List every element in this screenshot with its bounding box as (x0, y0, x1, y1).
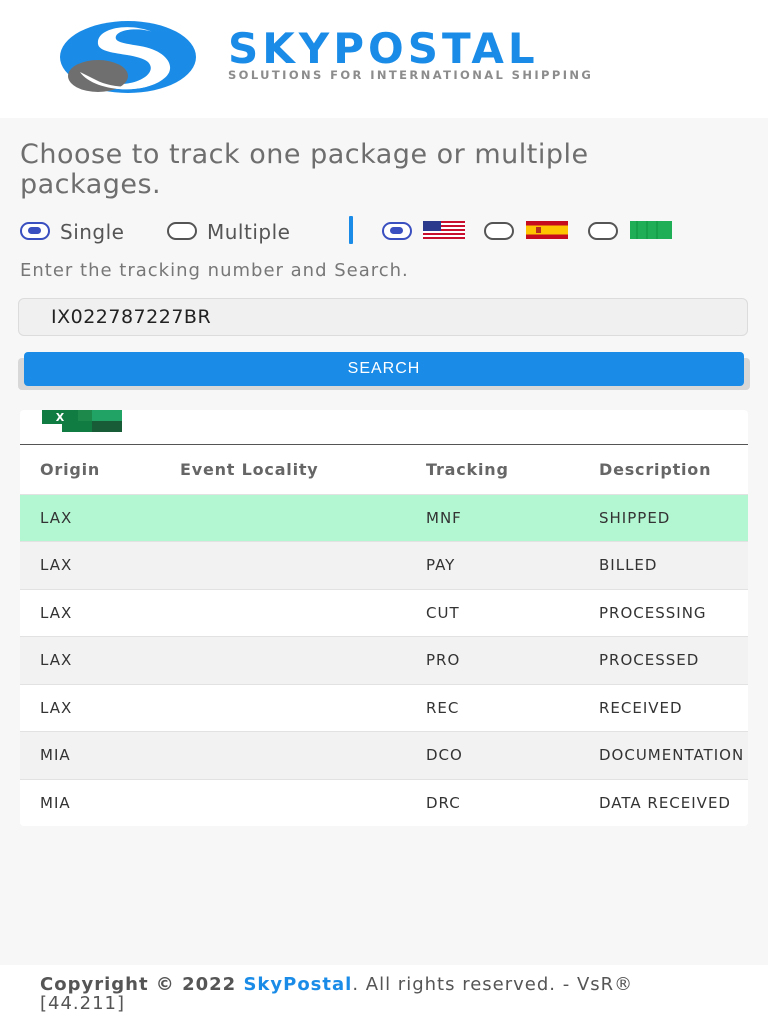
origin-cell: MIA (20, 731, 160, 779)
divider (349, 216, 353, 244)
table-row[interactable]: LAX PAY BILLED (20, 541, 748, 589)
column-header-event-locality[interactable]: Event Locality (160, 445, 406, 494)
locality-cell (160, 731, 406, 779)
multiple-radio[interactable] (167, 222, 197, 240)
table-row[interactable]: LAX REC RECEIVED (20, 683, 748, 732)
tracking-table: Origin Event Locality Tracking Descripti… (20, 445, 748, 826)
description-cell: RECEIVED (579, 683, 748, 732)
table-row[interactable]: LAX MNF SHIPPED (20, 493, 748, 542)
tracking-cell: MNF (406, 493, 579, 542)
origin-cell: LAX (20, 636, 160, 684)
origin-cell: MIA (20, 778, 160, 826)
brand-tagline: SOLUTIONS FOR INTERNATIONAL SHIPPING (228, 68, 594, 82)
description-cell: SHIPPED (579, 493, 748, 542)
single-label[interactable]: Single (60, 220, 124, 244)
tracking-results: X Origin Event Locality Tracking Descrip… (20, 410, 748, 826)
tracking-cell: PRO (406, 636, 579, 684)
column-header-tracking[interactable]: Tracking (406, 445, 579, 494)
column-header-origin[interactable]: Origin (20, 445, 160, 494)
tracking-cell: CUT (406, 588, 579, 637)
copyright-prefix: Copyright © 2022 (40, 974, 244, 995)
single-radio[interactable] (20, 222, 50, 240)
locality-cell (160, 493, 406, 542)
locality-cell (160, 541, 406, 589)
table-header-row: Origin Event Locality Tracking Descripti… (20, 445, 748, 494)
language-portuguese-radio[interactable] (588, 222, 618, 240)
options-row: Single Multiple (20, 216, 760, 246)
skypostal-link[interactable]: SkyPostal (243, 974, 352, 995)
origin-cell: LAX (20, 683, 160, 732)
tracking-cell: PAY (406, 541, 579, 589)
us-flag-icon[interactable] (423, 221, 465, 239)
description-cell: DOCUMENTATION (579, 731, 748, 779)
tracking-cell: DCO (406, 731, 579, 779)
locality-cell (160, 683, 406, 732)
svg-text:X: X (56, 411, 65, 424)
excel-icon[interactable]: X (42, 410, 122, 432)
green-flag-icon[interactable] (630, 221, 672, 239)
copyright-text: Copyright © 2022 SkyPostal. All rights r… (40, 975, 680, 1013)
search-button[interactable]: SEARCH (24, 352, 744, 386)
multiple-label[interactable]: Multiple (207, 220, 290, 244)
locality-cell (160, 636, 406, 684)
description-cell: PROCESSED (579, 636, 748, 684)
column-header-description[interactable]: Description (579, 445, 748, 494)
locality-cell (160, 588, 406, 637)
origin-cell: LAX (20, 541, 160, 589)
description-cell: BILLED (579, 541, 748, 589)
intro-text: Choose to track one package or multiple … (20, 139, 589, 200)
site-footer: Copyright © 2022 SkyPostal. All rights r… (0, 965, 768, 1024)
language-spanish-radio[interactable] (484, 222, 514, 240)
tracking-cell: DRC (406, 778, 579, 826)
site-header: SKYPOSTAL SOLUTIONS FOR INTERNATIONAL SH… (0, 0, 768, 118)
table-row[interactable]: MIA DRC DATA RECEIVED (20, 778, 748, 826)
brand-name: SKYPOSTAL (228, 24, 539, 73)
tracking-input-wrapper (18, 298, 748, 336)
table-row[interactable]: MIA DCO DOCUMENTATION (20, 731, 748, 779)
spain-flag-icon[interactable] (526, 221, 568, 239)
table-row[interactable]: LAX PRO PROCESSED (20, 636, 748, 684)
table-row[interactable]: LAX CUT PROCESSING (20, 588, 748, 637)
origin-cell: LAX (20, 493, 160, 542)
origin-cell: LAX (20, 588, 160, 637)
description-cell: DATA RECEIVED (579, 778, 748, 826)
skypostal-logo-icon[interactable] (58, 18, 198, 96)
tracking-number-input[interactable] (19, 299, 747, 335)
locality-cell (160, 778, 406, 826)
tracking-cell: REC (406, 683, 579, 732)
description-cell: PROCESSING (579, 588, 748, 637)
language-english-radio[interactable] (382, 222, 412, 240)
tracking-hint: Enter the tracking number and Search. (20, 260, 409, 281)
